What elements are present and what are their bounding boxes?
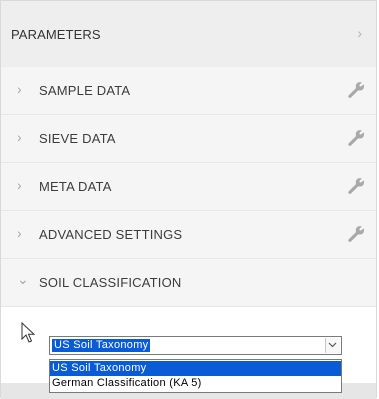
wrench-icon[interactable] [346, 80, 366, 100]
chevron-right-icon: › [17, 177, 22, 193]
chevron-right-icon[interactable]: › [357, 25, 362, 41]
section-sieve-data[interactable]: › SIEVE DATA [1, 115, 376, 163]
option-german-classification[interactable]: German Classification (KA 5) [50, 376, 341, 391]
wrench-icon[interactable] [346, 176, 366, 196]
select-current-value: US Soil Taxonomy [50, 338, 152, 353]
mouse-pointer-icon [21, 322, 36, 343]
section-label: SIEVE DATA [39, 131, 116, 146]
section-label: META DATA [39, 179, 112, 194]
section-label: SOIL CLASSIFICATION [39, 275, 182, 290]
section-sample-data[interactable]: › SAMPLE DATA [1, 67, 376, 115]
parameters-panel: PARAMETERS › › SAMPLE DATA › SIEVE DATA … [0, 0, 377, 399]
chevron-right-icon: › [17, 81, 22, 97]
section-label: SAMPLE DATA [39, 83, 131, 98]
panel-header[interactable]: PARAMETERS › [1, 1, 376, 68]
section-meta-data[interactable]: › META DATA [1, 163, 376, 211]
panel-title: PARAMETERS [11, 27, 101, 42]
chevron-down-icon: ⌄ [17, 271, 29, 287]
classification-options-list[interactable]: US Soil Taxonomy German Classification (… [49, 359, 342, 393]
chevron-right-icon: › [17, 225, 22, 241]
wrench-icon[interactable] [346, 128, 366, 148]
chevron-down-icon [328, 342, 337, 348]
classification-select[interactable]: US Soil Taxonomy [49, 336, 342, 355]
section-advanced-settings[interactable]: › ADVANCED SETTINGS [1, 211, 376, 259]
select-dropdown-button[interactable] [325, 338, 340, 353]
chevron-right-icon: › [17, 129, 22, 145]
section-label: ADVANCED SETTINGS [39, 227, 183, 242]
option-us-soil-taxonomy[interactable]: US Soil Taxonomy [50, 361, 341, 376]
wrench-icon[interactable] [346, 224, 366, 244]
section-soil-classification[interactable]: ⌄ SOIL CLASSIFICATION [1, 259, 376, 307]
